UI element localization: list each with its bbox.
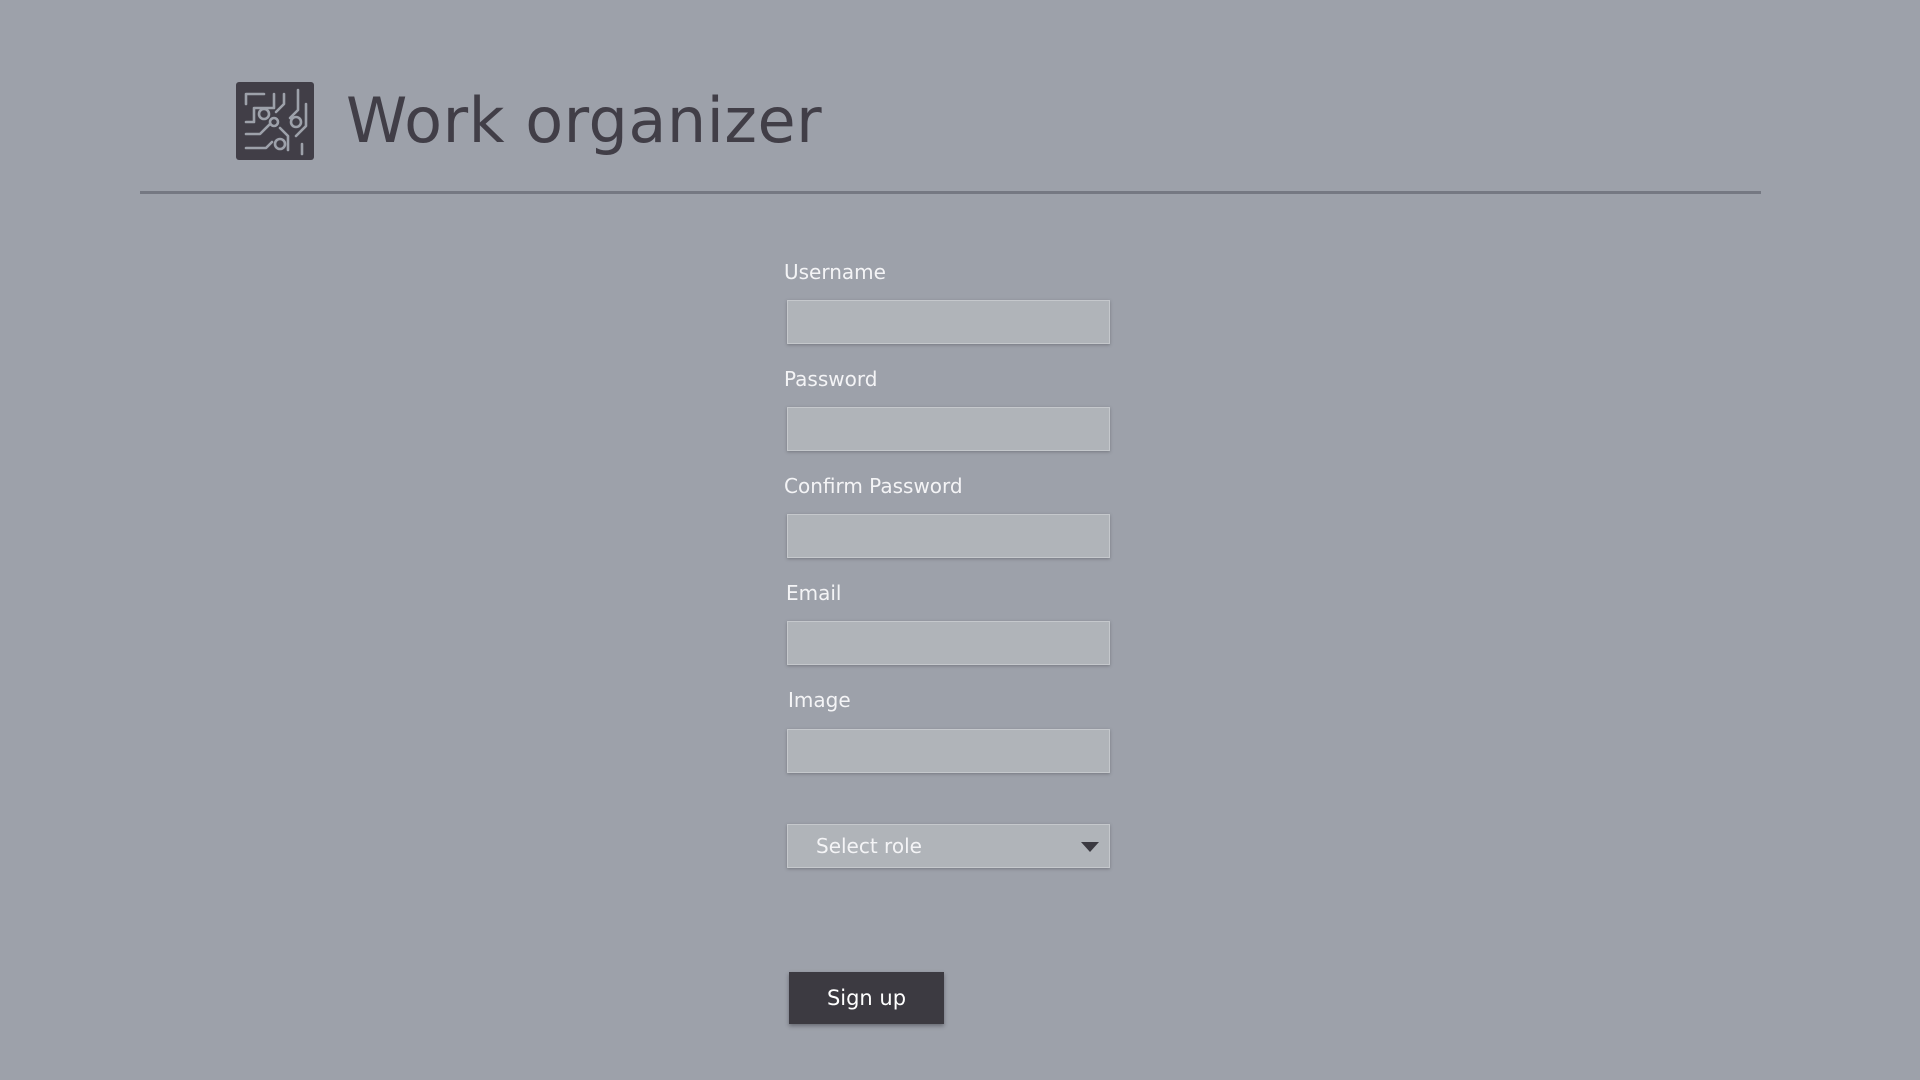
email-input[interactable]	[787, 621, 1110, 665]
image-label: Image	[788, 688, 851, 712]
app-title: Work organizer	[346, 84, 823, 157]
password-input[interactable]	[787, 407, 1110, 451]
role-select-value: Select role	[816, 834, 922, 858]
username-label: Username	[784, 260, 886, 284]
role-select[interactable]: Select role	[787, 824, 1110, 868]
username-input[interactable]	[787, 300, 1110, 344]
brand: Work organizer	[236, 82, 822, 160]
email-label: Email	[786, 581, 842, 605]
image-input[interactable]	[787, 729, 1110, 773]
password-label: Password	[784, 367, 878, 391]
header-divider	[140, 191, 1761, 194]
signup-button[interactable]: Sign up	[789, 972, 944, 1024]
confirm-password-label: Confirm Password	[784, 474, 963, 498]
circuit-board-icon	[236, 82, 314, 160]
caret-down-icon	[1081, 842, 1099, 852]
confirm-password-input[interactable]	[787, 514, 1110, 558]
